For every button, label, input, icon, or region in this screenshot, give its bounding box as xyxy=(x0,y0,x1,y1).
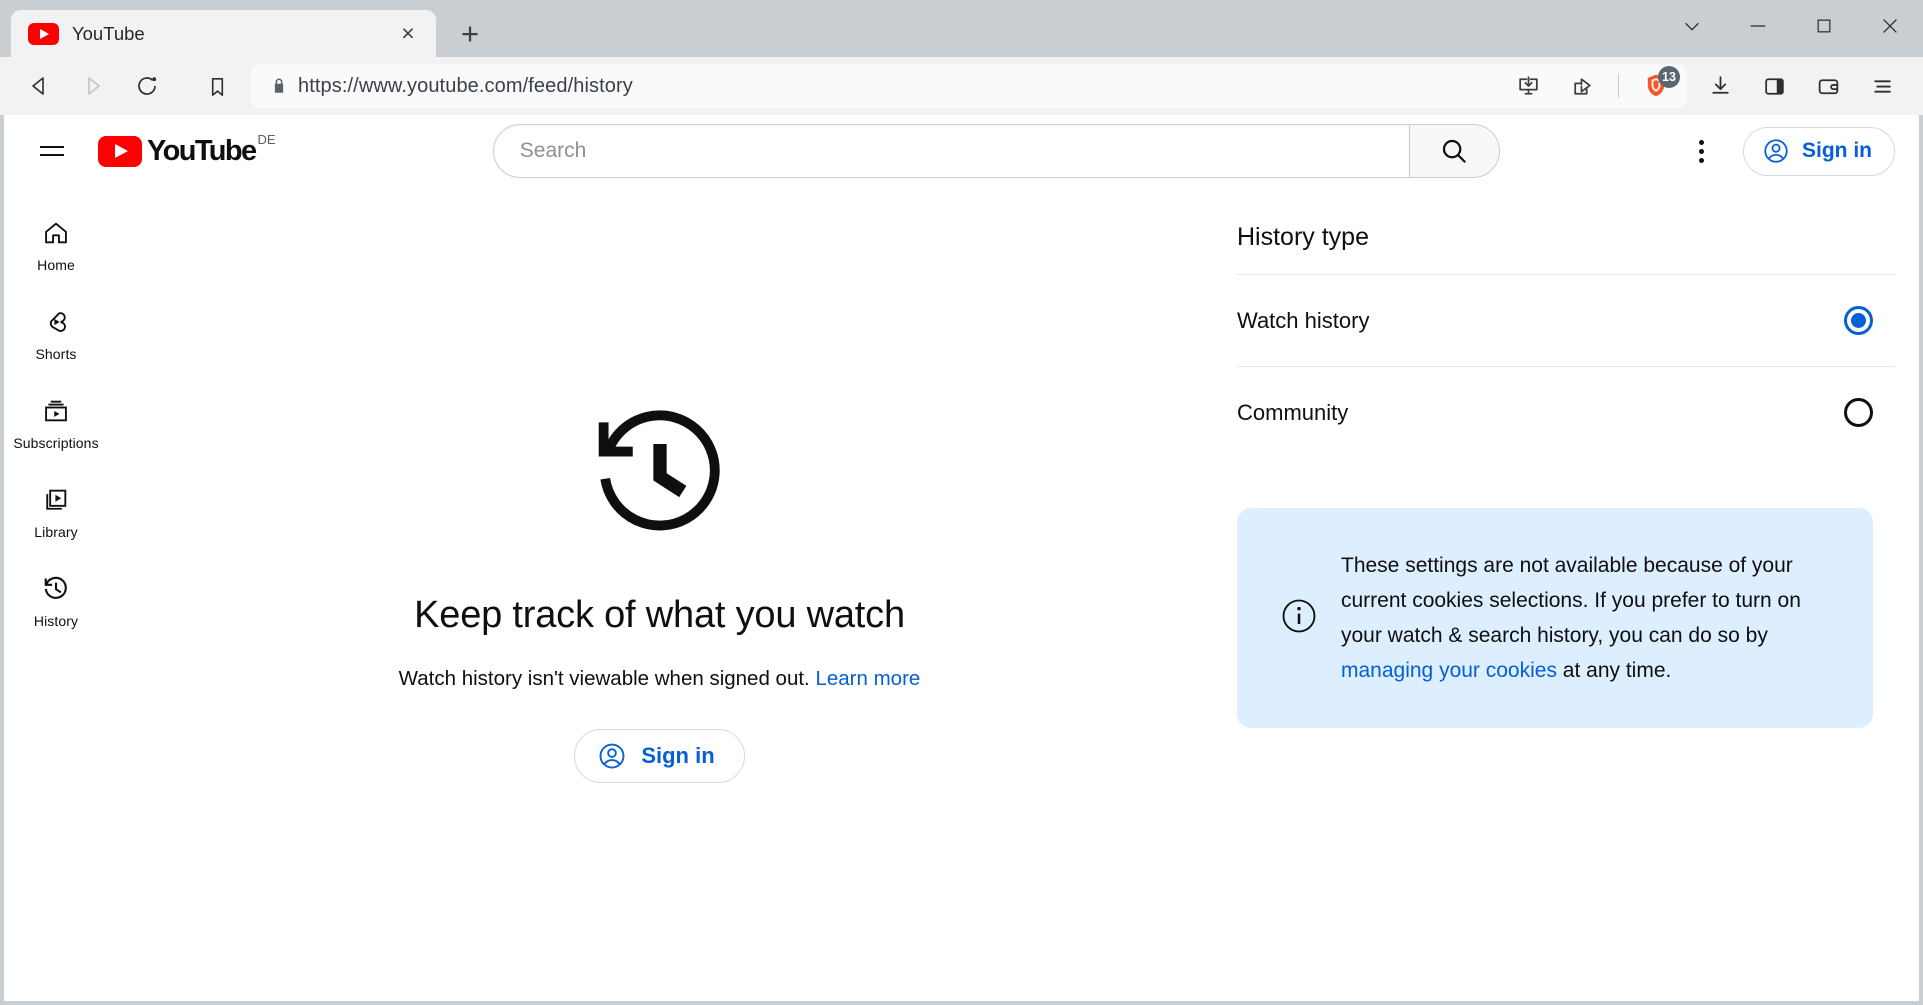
history-settings-panel: History type Watch history Community The… xyxy=(1211,187,1895,1001)
setting-label: Community xyxy=(1237,399,1349,425)
url-text: https://www.youtube.com/feed/history xyxy=(298,74,633,97)
sign-in-button-header[interactable]: Sign in xyxy=(1743,126,1895,176)
brave-shields-button[interactable]: 13 xyxy=(1633,66,1680,106)
library-icon xyxy=(40,484,72,516)
manage-cookies-link[interactable]: managing your cookies xyxy=(1341,659,1557,682)
sidebar-item-label: Home xyxy=(37,257,75,273)
youtube-logo[interactable]: YouTube DE xyxy=(98,131,276,167)
new-tab-button[interactable]: + xyxy=(450,13,490,53)
forward-button xyxy=(66,64,120,108)
address-bar[interactable]: https://www.youtube.com/feed/history 13 xyxy=(250,64,1687,108)
sidebar-item-label: Shorts xyxy=(35,346,77,362)
tab-search-chevron-down-icon[interactable] xyxy=(1659,0,1725,52)
sidebar-item-subscriptions[interactable]: Subscriptions xyxy=(8,377,104,466)
empty-state-subtitle: Watch history isn't viewable when signed… xyxy=(399,667,921,691)
sidebar-item-library[interactable]: Library xyxy=(8,466,104,555)
padlock-icon xyxy=(270,77,288,95)
sidebar-item-label: History xyxy=(33,613,79,629)
share-icon[interactable] xyxy=(1560,66,1604,106)
shorts-icon xyxy=(40,306,72,338)
browser-menu-button[interactable] xyxy=(1855,64,1909,108)
account-circle-icon xyxy=(599,743,625,769)
shields-blocked-count: 13 xyxy=(1658,66,1680,88)
maximize-icon[interactable] xyxy=(1791,0,1857,52)
sidebar-item-label: Library xyxy=(34,524,78,540)
radio-watch-history[interactable] xyxy=(1844,306,1873,335)
youtube-favicon xyxy=(28,22,59,45)
close-window-icon[interactable] xyxy=(1857,0,1923,52)
cookies-notice-text-part2: at any time. xyxy=(1556,659,1672,682)
sidebar-item-shorts[interactable]: Shorts xyxy=(8,288,104,377)
setting-row-community[interactable]: Community xyxy=(1237,366,1895,458)
title-bar: YouTube × + xyxy=(0,0,1923,57)
youtube-body: Home Shorts Subscriptions Library Histor… xyxy=(4,187,1919,1001)
tab-title: YouTube xyxy=(72,22,145,44)
radio-community[interactable] xyxy=(1844,398,1873,427)
window-controls xyxy=(1659,0,1923,52)
sign-in-label: Sign in xyxy=(1802,139,1872,162)
subscriptions-icon xyxy=(40,395,72,427)
empty-history-state: Keep track of what you watch Watch histo… xyxy=(108,187,1211,1001)
masthead-actions: Sign in xyxy=(1677,126,1895,176)
home-icon xyxy=(40,217,72,249)
sidebar-item-history[interactable]: History xyxy=(8,555,104,644)
history-clock-large-icon xyxy=(584,399,736,556)
search-button[interactable] xyxy=(1408,124,1500,178)
main-content: Keep track of what you watch Watch histo… xyxy=(108,187,1919,1001)
install-app-icon[interactable] xyxy=(1506,66,1550,106)
more-vertical-icon[interactable] xyxy=(1677,127,1725,175)
setting-row-watch-history[interactable]: Watch history xyxy=(1237,274,1895,366)
sign-in-label: Sign in xyxy=(641,743,715,768)
wallet-button[interactable] xyxy=(1801,64,1855,108)
youtube-logo-icon xyxy=(98,135,142,167)
close-tab-icon[interactable]: × xyxy=(394,20,422,48)
empty-state-subtitle-text: Watch history isn't viewable when signed… xyxy=(398,667,810,690)
search-box: Search xyxy=(492,124,1500,178)
cookies-notice-text-part1: These settings are not available because… xyxy=(1341,554,1801,647)
sidebar-panel-button[interactable] xyxy=(1747,64,1801,108)
info-icon xyxy=(1279,596,1319,641)
bookmark-icon[interactable] xyxy=(192,64,242,108)
sidebar-item-label: Subscriptions xyxy=(13,435,99,451)
page-viewport: YouTube DE Search Sign in Home Shorts Su… xyxy=(4,115,1919,1001)
browser-tab[interactable]: YouTube × xyxy=(11,10,436,57)
guide-hamburger-icon[interactable] xyxy=(28,127,76,175)
search-input[interactable]: Search xyxy=(492,124,1409,178)
sidebar-item-home[interactable]: Home xyxy=(8,199,104,288)
cookies-notice: These settings are not available because… xyxy=(1237,508,1873,728)
youtube-wordmark: YouTube xyxy=(147,134,257,167)
reload-button[interactable] xyxy=(120,64,174,108)
back-button[interactable] xyxy=(12,64,66,108)
browser-toolbar: https://www.youtube.com/feed/history 13 xyxy=(0,57,1923,115)
account-circle-icon xyxy=(1764,139,1788,163)
browser-window: YouTube × + https://www.youtube.com/feed… xyxy=(0,0,1923,1005)
search-area: Search xyxy=(276,124,1647,178)
toolbar-divider xyxy=(1618,74,1619,98)
history-clock-icon xyxy=(40,573,72,605)
empty-state-title: Keep track of what you watch xyxy=(414,594,905,636)
mini-sidebar: Home Shorts Subscriptions Library Histor… xyxy=(4,187,108,1001)
settings-panel-title: History type xyxy=(1237,223,1369,251)
learn-more-link[interactable]: Learn more xyxy=(815,667,920,690)
sign-in-button-main[interactable]: Sign in xyxy=(574,729,745,783)
downloads-button[interactable] xyxy=(1693,64,1747,108)
setting-label: Watch history xyxy=(1237,307,1370,333)
minimize-icon[interactable] xyxy=(1725,0,1791,52)
youtube-masthead: YouTube DE Search Sign in xyxy=(4,115,1919,187)
country-code-label: DE xyxy=(257,131,276,147)
cookies-notice-text: These settings are not available because… xyxy=(1341,548,1841,688)
